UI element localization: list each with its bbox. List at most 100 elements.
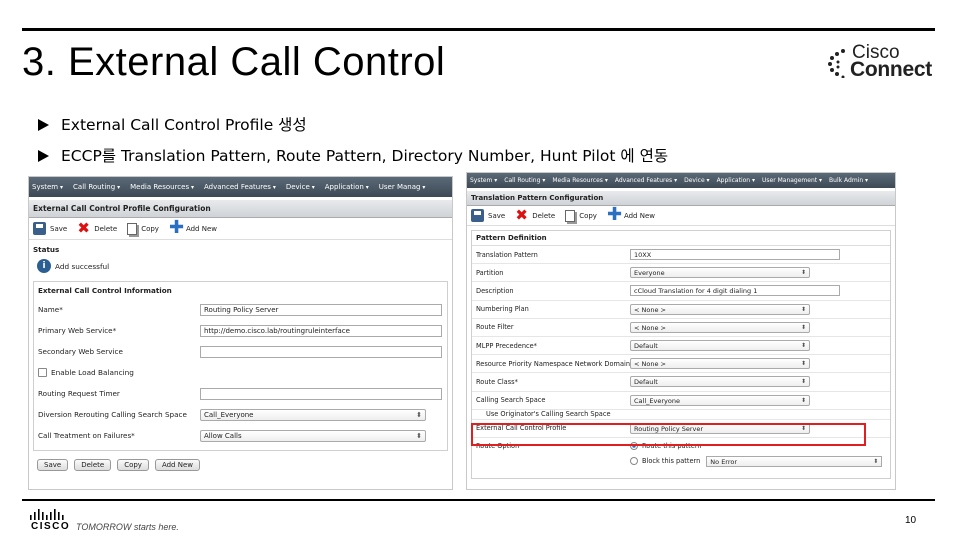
block-reason-select[interactable]: No Error xyxy=(706,455,883,467)
add-new-button[interactable]: ✚ Add New xyxy=(606,204,655,225)
delete-button[interactable]: ✖ Delete xyxy=(77,221,118,236)
block-this-pattern-label: Block this pattern xyxy=(642,457,701,466)
calling-search-space-label: Calling Search Space xyxy=(476,396,546,405)
description-label: Description xyxy=(476,286,514,295)
diversion-css-row: Diversion Rerouting Calling Search Space… xyxy=(38,404,443,425)
menu-call-routing[interactable]: Call Routing xyxy=(73,183,120,191)
bottom-delete-button[interactable]: Delete xyxy=(74,459,112,471)
cisco-footer-logo: CISCO TOMORROW starts here. xyxy=(30,509,190,535)
eccp-highlight-box xyxy=(471,423,866,446)
menu-bar: System Call Routing Media Resources Adva… xyxy=(467,173,895,188)
menu-bulk-admin[interactable]: Bulk Admin xyxy=(829,177,868,184)
bottom-save-button[interactable]: Save xyxy=(37,459,69,471)
resource-priority-label: Resource Priority Namespace Network Doma… xyxy=(476,359,630,368)
bullet-1-text: External Call Control Profile 생성 xyxy=(61,116,307,134)
top-rule xyxy=(22,28,935,31)
mlpp-select[interactable]: Default xyxy=(630,340,810,352)
numbering-plan-select[interactable]: < None > xyxy=(630,303,810,315)
add-icon: ✚ xyxy=(168,217,185,238)
bottom-copy-button[interactable]: Copy xyxy=(117,459,149,471)
bottom-rule xyxy=(22,499,935,501)
menu-advanced-features[interactable]: Advanced Features xyxy=(204,183,276,191)
secondary-web-service-label: Secondary Web Service xyxy=(38,347,123,356)
page-title: Translation Pattern Configuration xyxy=(467,191,895,206)
copy-icon xyxy=(127,222,138,235)
routing-timer-input[interactable] xyxy=(200,387,442,400)
calling-search-space-select[interactable]: Call_Everyone xyxy=(630,394,810,406)
page-title: External Call Control Profile Configurat… xyxy=(29,200,452,218)
logo-line-2: Connect xyxy=(850,58,932,81)
menu-advanced-features[interactable]: Advanced Features xyxy=(615,177,677,184)
save-button[interactable]: Save xyxy=(33,222,67,235)
delete-label: Delete xyxy=(94,224,118,233)
cisco-dots-icon xyxy=(828,49,845,78)
eccp-config-screenshot: System Call Routing Media Resources Adva… xyxy=(28,176,453,490)
copy-icon xyxy=(565,209,576,222)
menu-device[interactable]: Device xyxy=(684,177,709,184)
partition-select[interactable]: Everyone xyxy=(630,267,810,279)
status-heading: Status xyxy=(33,245,60,254)
block-this-pattern-option[interactable]: Block this pattern No Error xyxy=(630,455,883,467)
save-label: Save xyxy=(488,211,506,220)
save-button[interactable]: Save xyxy=(471,209,505,222)
bullet-triangle-icon xyxy=(38,150,49,162)
description-input[interactable]: cCloud Translation for 4 digit dialing 1 xyxy=(630,285,840,297)
menu-call-routing[interactable]: Call Routing xyxy=(504,177,545,184)
translation-pattern-input[interactable]: 10XX xyxy=(630,249,840,261)
info-icon: i xyxy=(37,259,51,273)
copy-label: Copy xyxy=(141,224,159,233)
route-filter-select[interactable]: < None > xyxy=(630,321,810,333)
mlpp-label: MLPP Precedence* xyxy=(476,341,537,350)
secondary-web-service-row: Secondary Web Service xyxy=(38,341,443,362)
add-new-button[interactable]: ✚ Add New xyxy=(168,217,217,238)
call-treatment-select[interactable]: Allow Calls xyxy=(200,429,426,442)
name-input[interactable]: Routing Policy Server xyxy=(200,303,442,316)
route-class-select[interactable]: Default xyxy=(630,376,810,388)
page-number: 10 xyxy=(905,515,917,526)
delete-button[interactable]: ✖ Delete xyxy=(515,208,556,223)
secondary-web-service-input[interactable] xyxy=(200,345,442,358)
copy-button[interactable]: Copy xyxy=(565,209,597,222)
resource-priority-select[interactable]: < None > xyxy=(630,358,810,370)
menu-system[interactable]: System xyxy=(470,177,497,184)
partition-label: Partition xyxy=(476,268,504,277)
save-icon xyxy=(33,222,46,235)
numbering-plan-row: Numbering Plan < None > xyxy=(472,301,890,319)
originator-css-label: Use Originator's Calling Search Space xyxy=(486,410,611,419)
add-icon: ✚ xyxy=(606,204,623,225)
status-row: i Add successful xyxy=(37,259,452,273)
load-balancing-label: Enable Load Balancing xyxy=(51,368,134,377)
primary-web-service-label: Primary Web Service* xyxy=(38,326,117,335)
delete-label: Delete xyxy=(532,211,556,220)
bullet-2: ECCP를 Translation Pattern, Route Pattern… xyxy=(38,144,668,166)
toolbar: Save ✖ Delete Copy ✚ Add New xyxy=(29,218,452,240)
name-label: Name* xyxy=(38,305,63,314)
copy-label: Copy xyxy=(579,211,597,220)
copy-button[interactable]: Copy xyxy=(127,222,159,235)
block-this-pattern-radio[interactable] xyxy=(630,457,638,466)
menu-application[interactable]: Application xyxy=(717,177,755,184)
translation-pattern-label: Translation Pattern xyxy=(476,250,538,259)
bottom-add-new-button[interactable]: Add New xyxy=(154,459,200,471)
diversion-css-select[interactable]: Call_Everyone xyxy=(200,408,426,421)
bullet-1: External Call Control Profile 생성 xyxy=(38,113,307,135)
primary-web-service-row: Primary Web Service* http://demo.cisco.l… xyxy=(38,320,443,341)
toolbar: Save ✖ Delete Copy ✚ Add New xyxy=(467,206,895,226)
primary-web-service-input[interactable]: http://demo.cisco.lab/routingruleinterfa… xyxy=(200,324,442,337)
menu-media-resources[interactable]: Media Resources xyxy=(130,183,194,191)
cisco-bars-icon xyxy=(30,509,64,520)
menu-bar: System Call Routing Media Resources Adva… xyxy=(29,177,452,197)
resource-priority-row: Resource Priority Namespace Network Doma… xyxy=(472,355,890,374)
numbering-plan-label: Numbering Plan xyxy=(476,305,529,314)
menu-media-resources[interactable]: Media Resources xyxy=(552,177,608,184)
load-balancing-checkbox[interactable] xyxy=(38,368,47,377)
call-treatment-row: Call Treatment on Failures* Allow Calls xyxy=(38,425,443,446)
menu-user-management[interactable]: User Manag xyxy=(379,183,426,191)
calling-search-space-row: Calling Search Space Call_Everyone xyxy=(472,392,890,410)
save-icon xyxy=(471,209,484,222)
menu-device[interactable]: Device xyxy=(286,183,315,191)
menu-system[interactable]: System xyxy=(32,183,63,191)
menu-application[interactable]: Application xyxy=(325,183,369,191)
route-filter-row: Route Filter < None > xyxy=(472,319,890,337)
menu-user-management[interactable]: User Management xyxy=(762,177,822,184)
